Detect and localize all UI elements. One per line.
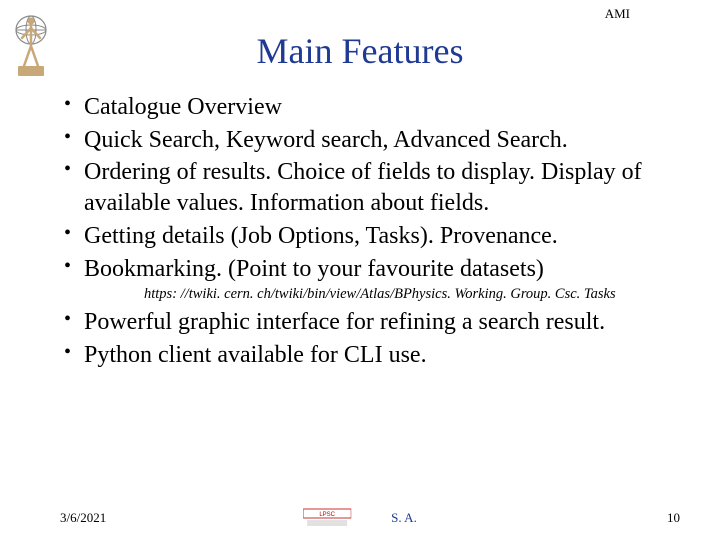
slide-content: Catalogue OverviewQuick Search, Keyword …	[0, 92, 720, 371]
lpsc-logo-icon: LPSC	[303, 507, 351, 529]
footer-page-number: 10	[667, 510, 680, 526]
bullet-item: Powerful graphic interface for refining …	[60, 307, 680, 338]
url-reference: https: //twiki. cern. ch/twiki/bin/view/…	[60, 286, 680, 303]
svg-text:LPSC: LPSC	[319, 512, 335, 518]
header-label: AMI	[605, 6, 630, 22]
bullet-item: Python client available for CLI use.	[60, 340, 680, 371]
bullet-item: Getting details (Job Options, Tasks). Pr…	[60, 221, 680, 252]
atlas-logo-icon	[10, 12, 52, 82]
bullet-item: Catalogue Overview	[60, 92, 680, 123]
bullet-item: Bookmarking. (Point to your favourite da…	[60, 254, 680, 285]
footer-author: S. A.	[391, 510, 417, 526]
footer-date: 3/6/2021	[60, 510, 106, 526]
slide-footer: 3/6/2021 LPSC S. A. 10	[0, 510, 720, 526]
bullet-item: Ordering of results. Choice of fields to…	[60, 157, 680, 218]
bullet-item: Quick Search, Keyword search, Advanced S…	[60, 125, 680, 156]
